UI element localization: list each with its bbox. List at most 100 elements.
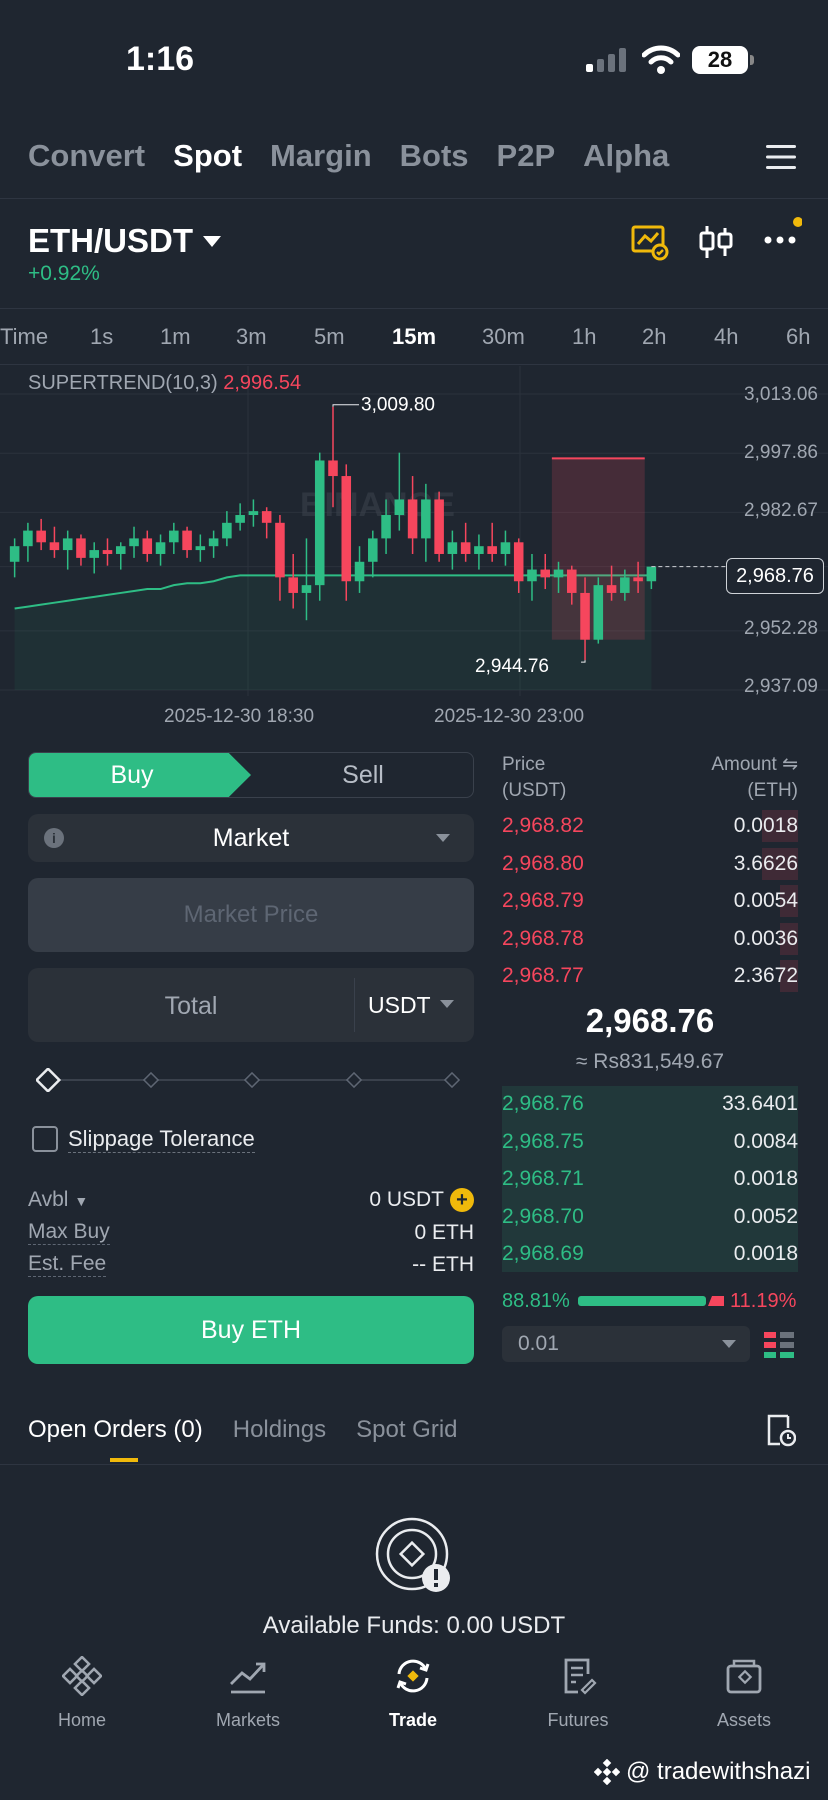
orders-tab-spot[interactable]: Spot Grid: [356, 1416, 457, 1444]
wallet-icon: [726, 1659, 762, 1694]
high-label: 3,009.80: [361, 395, 435, 416]
amount-slider[interactable]: [36, 1068, 460, 1092]
supertrend-value: 2,996.54: [223, 372, 302, 394]
orders-tab-holdings[interactable]: Holdings: [233, 1416, 326, 1444]
top-tab-spot[interactable]: Spot: [173, 138, 242, 174]
empty-state-text: Available Funds: 0.00 USDT: [262, 1612, 566, 1639]
orderbook-amount-header[interactable]: Amount ⇋ (ETH): [711, 752, 798, 804]
price-input[interactable]: Market Price: [28, 878, 474, 952]
interval-15m[interactable]: 15m: [392, 324, 436, 350]
candle: [434, 491, 444, 562]
nav-trade[interactable]: Trade: [353, 1656, 473, 1731]
more-options-icon[interactable]: [762, 214, 802, 254]
bid-price: 2,968.75: [502, 1129, 584, 1153]
interval-1m[interactable]: 1m: [160, 324, 191, 350]
pair-change: +0.92%: [28, 262, 100, 285]
candle: [447, 530, 458, 570]
top-tabs: Convert Spot Margin Bots P2P Alpha: [28, 138, 669, 174]
chart-date-start: 2025-12-30 18:30: [164, 706, 315, 727]
slippage-checkbox[interactable]: [32, 1126, 58, 1152]
candle: [49, 526, 60, 558]
total-unit-select[interactable]: USDT: [368, 992, 431, 1019]
candle: [261, 507, 272, 539]
top-tab-convert[interactable]: Convert: [28, 138, 145, 174]
fee-label: Est. Fee: [28, 1252, 107, 1277]
ask-amount: 0.0036: [733, 926, 798, 950]
ask-row[interactable]: 2,968.80 3.6626: [502, 846, 798, 882]
bid-amount: 0.0052: [733, 1204, 798, 1228]
bid-row[interactable]: 2,968.70 0.0052: [502, 1199, 798, 1235]
nav-futures[interactable]: Futures: [518, 1656, 638, 1731]
ask-row[interactable]: 2,968.77 2.3672: [502, 958, 798, 994]
bid-row[interactable]: 2,968.76 33.6401: [502, 1086, 798, 1122]
candle: [89, 542, 99, 574]
slippage-label[interactable]: Slippage Tolerance: [68, 1126, 255, 1153]
interval-time[interactable]: Time: [0, 324, 48, 350]
buy-tab[interactable]: Buy: [29, 753, 251, 797]
ask-row[interactable]: 2,968.79 0.0054: [502, 883, 798, 919]
orderbook-fiat-price: ≈ Rs831,549.67: [575, 1050, 725, 1073]
add-funds-icon[interactable]: +: [450, 1188, 474, 1212]
candle: [155, 534, 166, 566]
interval-4h[interactable]: 4h: [714, 324, 738, 350]
active-tab-indicator: [110, 1458, 138, 1462]
futures-doc-icon: [564, 1658, 597, 1695]
hamburger-menu-icon[interactable]: [766, 144, 796, 170]
nav-home[interactable]: Home: [22, 1656, 142, 1731]
binance-logo-icon: [594, 1759, 620, 1785]
interval-1h[interactable]: 1h: [572, 324, 596, 350]
ask-price: 2,968.80: [502, 851, 584, 875]
interval-30m[interactable]: 30m: [482, 324, 525, 350]
sell-tab[interactable]: Sell: [251, 753, 473, 797]
candlestick-chart[interactable]: BINANCE3,009.802,944.76: [0, 366, 828, 696]
interval-2h[interactable]: 2h: [642, 324, 666, 350]
bid-row[interactable]: 2,968.69 0.0018: [502, 1236, 798, 1272]
depth-step-select[interactable]: 0.01: [502, 1326, 750, 1362]
chart-alert-icon[interactable]: [630, 222, 670, 262]
ask-amount: 3.6626: [733, 851, 798, 875]
candle: [182, 526, 192, 558]
bid-price: 2,968.70: [502, 1204, 584, 1228]
pair-selector[interactable]: ETH/USDT: [28, 222, 221, 260]
max-buy-value: 0 ETH: [414, 1220, 474, 1244]
interval-1s[interactable]: 1s: [90, 324, 113, 350]
buy-eth-button[interactable]: Buy ETH: [28, 1296, 474, 1364]
nav-markets[interactable]: Markets: [188, 1656, 308, 1731]
order-type-select[interactable]: i Market: [28, 814, 474, 862]
candle: [474, 534, 484, 570]
wifi-icon: [642, 45, 680, 74]
candle: [314, 452, 325, 601]
nav-assets[interactable]: Assets: [684, 1656, 804, 1731]
available-value: 0 USDT: [369, 1188, 444, 1211]
bid-row[interactable]: 2,968.71 0.0018: [502, 1161, 798, 1197]
bid-row[interactable]: 2,968.75 0.0084: [502, 1124, 798, 1160]
total-input[interactable]: Total USDT: [28, 968, 474, 1042]
candle: [208, 530, 219, 558]
ask-row[interactable]: 2,968.78 0.0036: [502, 921, 798, 957]
orders-tabs: Open Orders (0) Holdings Spot Grid: [28, 1416, 458, 1444]
orderbook-price-header: Price (USDT): [502, 754, 567, 801]
info-icon[interactable]: i: [44, 828, 64, 848]
ask-row[interactable]: 2,968.82 0.0018: [502, 808, 798, 844]
ask-amount: 2.3672: [733, 964, 798, 988]
orderbook-layout-icon[interactable]: [764, 1330, 796, 1360]
candle: [76, 534, 86, 566]
order-history-icon[interactable]: [766, 1412, 796, 1448]
orders-tab-open[interactable]: Open Orders (0): [28, 1416, 203, 1444]
divider: [0, 364, 828, 365]
interval-5m[interactable]: 5m: [314, 324, 345, 350]
bid-amount: 0.0018: [733, 1242, 798, 1266]
available-row: Avbl ▼ 0 USDT +: [28, 1188, 474, 1212]
available-label[interactable]: Avbl ▼: [28, 1188, 88, 1212]
top-tab-alpha[interactable]: Alpha: [583, 138, 669, 174]
chart-line-icon: [230, 1662, 266, 1694]
interval-6h[interactable]: 6h: [786, 324, 810, 350]
candle: [9, 538, 20, 578]
chevron-down-icon: [203, 235, 221, 247]
interval-3m[interactable]: 3m: [236, 324, 267, 350]
top-tab-bots[interactable]: Bots: [400, 138, 469, 174]
top-tab-p2p[interactable]: P2P: [497, 138, 556, 174]
candle: [341, 464, 352, 601]
top-tab-margin[interactable]: Margin: [270, 138, 372, 174]
candlestick-settings-icon[interactable]: [696, 222, 736, 262]
